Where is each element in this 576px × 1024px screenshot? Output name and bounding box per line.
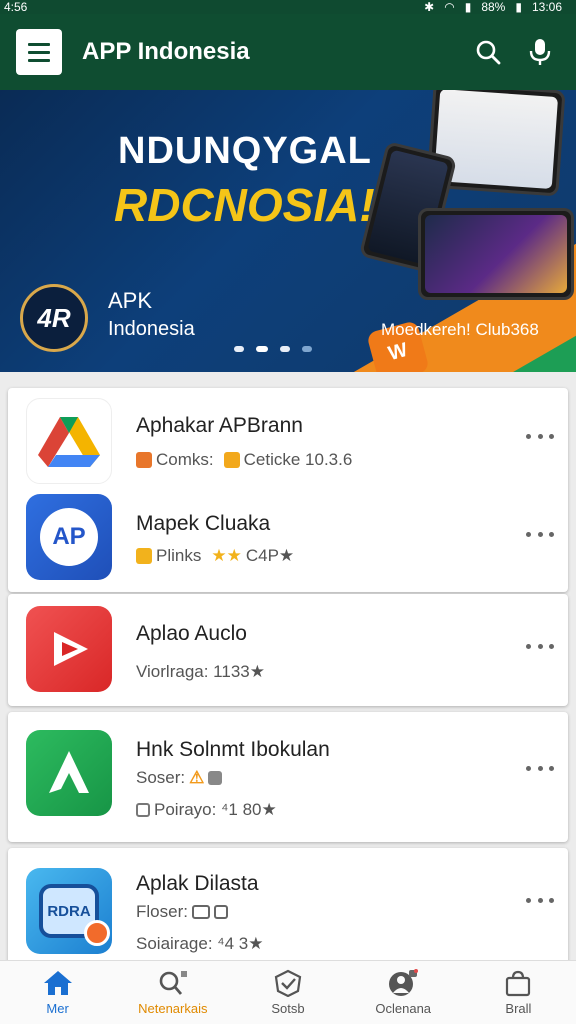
device-icon — [191, 905, 210, 919]
signal-icon: ▮ — [464, 0, 472, 14]
app-list-item[interactable]: Hnk Solnmt Ibokulan Soser: ⚠ Poirayo: ⁴1… — [8, 724, 568, 824]
banner-headline-2: RDCNOSIA! — [114, 179, 375, 231]
app-name: Aphakar APBrann — [136, 414, 303, 437]
menu-line — [28, 42, 50, 46]
rdra-badge-icon: RDRA — [26, 868, 112, 954]
banner-brand-line-1: APK — [108, 288, 153, 313]
bottom-navigation: Mer Netenarkais Sotsb Oclenana Brall — [0, 960, 576, 1024]
app-name: Aplao Auclo — [136, 622, 247, 645]
banner-brand-line-2: Indonesia — [108, 318, 195, 340]
carousel-dot-active[interactable] — [256, 346, 268, 352]
menu-button[interactable] — [16, 29, 62, 75]
carousel-dot[interactable] — [234, 346, 244, 352]
app-meta-1: Soser: — [136, 768, 186, 787]
status-time-left: 4:56 — [4, 0, 28, 14]
menu-line — [28, 58, 50, 62]
shield-check-icon — [274, 969, 302, 997]
search-icon — [159, 971, 187, 995]
banner-tagline: Moedkereh! Club368 — [381, 320, 539, 339]
app-list-item[interactable]: AP Mapek Cluaka Plinks ★★ C4P★ — [8, 488, 568, 588]
more-options-icon[interactable] — [526, 890, 554, 910]
app-meta: Poirayo: ⁴1 80★ — [136, 800, 277, 820]
app-meta: Soiairage: ⁴4 3★ — [136, 934, 263, 954]
more-options-icon[interactable] — [526, 524, 554, 544]
nav-item-secure[interactable]: Sotsb — [230, 961, 345, 1024]
app-meta: Plinks ★★ C4P★ — [136, 546, 294, 566]
app-meta-2: Soiairage: ⁴4 3★ — [136, 934, 264, 953]
menu-line — [28, 50, 50, 54]
banner-headline-1: NDUNQYGAL — [118, 130, 372, 172]
battery-icon: ▮ — [515, 0, 522, 14]
more-options-icon[interactable] — [526, 636, 554, 656]
app-meta: Soser: ⚠ — [136, 768, 223, 788]
bluetooth-icon: ✱ — [424, 0, 435, 14]
google-drive-style-icon — [26, 398, 112, 484]
app-list-item[interactable]: Aplao Auclo Viorlraga: 1133★ — [8, 600, 568, 700]
app-meta-1: Viorlraga: 1133★ — [136, 662, 265, 681]
ap-logo-text: AP — [40, 508, 98, 566]
microphone-icon[interactable] — [520, 32, 560, 72]
app-list-item[interactable]: RDRA Aplak Dilasta Floser: Soiairage: ⁴4… — [8, 862, 568, 962]
nav-item-home[interactable]: Mer — [0, 961, 115, 1024]
app-name: Hnk Solnmt Ibokulan — [136, 738, 330, 761]
android-a-icon — [26, 730, 112, 816]
wifi-icon: ◠ — [444, 0, 455, 14]
phone-illustration — [418, 208, 574, 300]
search-icon[interactable] — [468, 32, 508, 72]
grid-icon — [213, 905, 228, 919]
more-options-icon[interactable] — [526, 758, 554, 778]
warning-icon: ⚠ — [189, 768, 205, 787]
app-title: APP Indonesia — [82, 38, 250, 65]
app-card: RDRA Aplak Dilasta Floser: Soiairage: ⁴4… — [8, 848, 568, 972]
app-meta-1: Comks: — [156, 450, 214, 469]
promo-banner[interactable]: W NDUNQYGAL RDCNOSIA! 4R APK Indonesia M… — [0, 90, 576, 372]
nav-label: Netenarkais — [138, 1001, 208, 1016]
carousel-dot[interactable] — [302, 346, 312, 352]
nav-label: Mer — [46, 1001, 69, 1016]
nav-label: Sotsb — [271, 1001, 305, 1016]
app-card: Hnk Solnmt Ibokulan Soser: ⚠ Poirayo: ⁴1… — [8, 712, 568, 842]
more-options-icon[interactable] — [526, 426, 554, 446]
app-meta-2: C4P★ — [245, 546, 295, 565]
status-time-right: 13:06 — [531, 0, 562, 14]
badge-overlay-icon — [84, 920, 110, 946]
rating-stars-icon: ★★ — [211, 546, 242, 565]
app-meta-2: Cetickе 10.3.6 — [243, 450, 353, 469]
app-meta: Comks: Cetickе 10.3.6 — [136, 450, 352, 470]
home-icon — [43, 971, 72, 995]
size-icon — [136, 803, 150, 817]
play-video-icon — [26, 606, 112, 692]
nav-item-bag[interactable]: Brall — [461, 961, 576, 1024]
grid-icon — [208, 771, 223, 785]
nav-item-search[interactable]: Netenarkais — [115, 961, 230, 1024]
app-name: Mapek Cluaka — [136, 512, 271, 535]
app-bar: APP Indonesia — [0, 14, 576, 90]
app-meta-2: Poirayo: ⁴1 80★ — [154, 800, 277, 819]
ap-circle-icon: AP — [26, 494, 112, 580]
battery-level: 88% — [481, 0, 506, 14]
carousel-dots[interactable] — [234, 346, 312, 352]
category-icon — [136, 548, 152, 564]
nav-label: Oclenana — [375, 1001, 432, 1016]
brand-logo: 4R — [20, 284, 88, 352]
version-icon — [223, 452, 240, 468]
bag-icon — [506, 970, 531, 997]
app-meta: Floser: — [136, 902, 228, 922]
status-bar: 4:56 ✱ ◠ ▮ 88% ▮ 13:06 — [0, 0, 576, 14]
app-list-item[interactable]: Aphakar APBrann Comks: Cetickе 10.3.6 — [8, 388, 568, 488]
app-name: Aplak Dilasta — [136, 872, 259, 895]
nav-item-profile[interactable]: Oclenana — [346, 961, 461, 1024]
profile-icon — [389, 969, 419, 996]
app-meta: Viorlraga: 1133★ — [136, 662, 265, 682]
carousel-dot[interactable] — [280, 346, 290, 352]
app-card: Aplao Auclo Viorlraga: 1133★ — [8, 594, 568, 706]
category-icon — [136, 452, 152, 468]
app-card: Aphakar APBrann Comks: Cetickе 10.3.6 AP… — [8, 388, 568, 592]
nav-label: Brall — [505, 1001, 532, 1016]
app-meta-1: Floser: — [136, 902, 188, 921]
app-meta-1: Plinks — [156, 546, 202, 565]
